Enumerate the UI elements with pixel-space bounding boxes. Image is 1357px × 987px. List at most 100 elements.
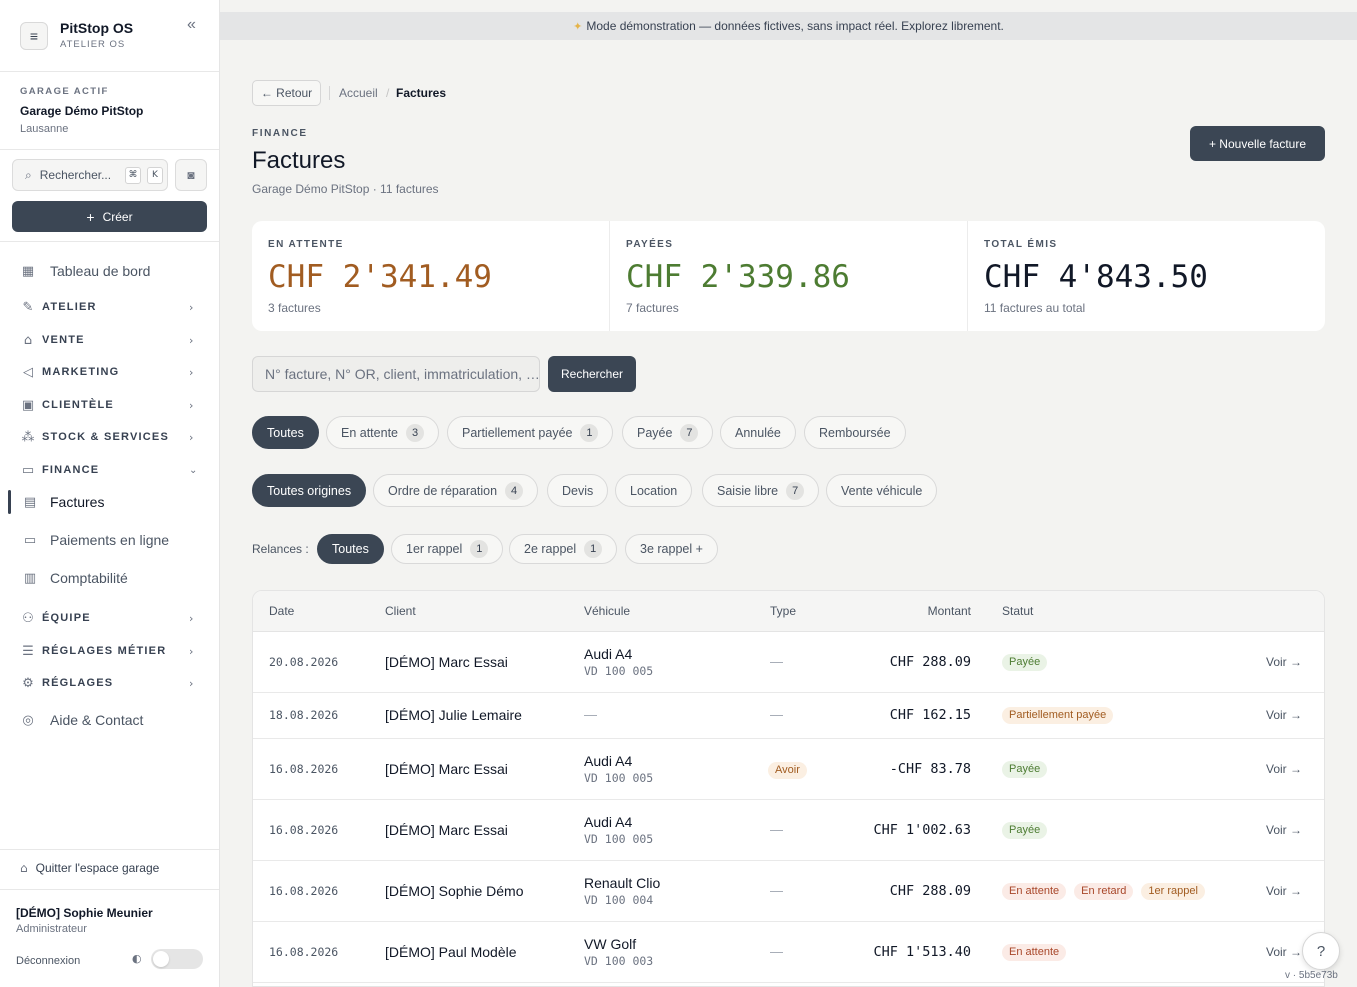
filter-chip-label: Ordre de réparation	[388, 483, 498, 498]
back-button[interactable]: ← Retour	[252, 80, 321, 106]
nav-vente[interactable]: ⌂ VENTE ›	[0, 326, 219, 354]
header-status[interactable]: Statut	[1002, 604, 1033, 618]
quit-garage-link[interactable]: ⌂ Quitter l'espace garage	[20, 861, 159, 875]
view-link[interactable]: Voir →	[1266, 708, 1302, 722]
dashboard-icon: ▦	[21, 263, 35, 279]
cell-amount: CHF 1'002.63	[873, 821, 971, 838]
filter-chip-label: 3e rappel +	[640, 542, 703, 556]
filter-chip-saisie-libre[interactable]: Saisie libre 7	[702, 474, 820, 507]
gear-icon: ⚙	[22, 675, 34, 691]
cell-client: [DÉMO] Marc Essai	[385, 653, 508, 670]
nav-reglages-metier-label: RÉGLAGES MÉTIER	[42, 645, 167, 657]
nav-comptabilite[interactable]: ▥ Comptabilité	[0, 564, 219, 592]
cell-client: [DÉMO] Marc Essai	[385, 821, 508, 838]
status-badge: Payée	[1002, 821, 1048, 839]
banknote-icon: ▭	[21, 462, 35, 478]
nav-reglages-metier[interactable]: ☰ RÉGLAGES MÉTIER ›	[0, 637, 219, 665]
filter-chip-en-attente[interactable]: En attente 3	[326, 416, 439, 449]
header-amount[interactable]: Montant	[928, 604, 971, 618]
table-row[interactable]: 16.08.2026 [DÉMO] Marc Essai Audi A4 VD 100…	[253, 739, 1324, 800]
nav-reglages[interactable]: ⚙ RÉGLAGES ›	[0, 669, 219, 697]
brand-subtitle: ATELIER OS	[60, 39, 126, 50]
theme-toggle[interactable]	[151, 949, 203, 969]
user-name: [DÉMO] Sophie Meunier	[16, 906, 153, 920]
filter-chip-1er-rappel[interactable]: 1er rappel 1	[391, 534, 504, 564]
collapse-sidebar-icon[interactable]: «	[187, 16, 196, 34]
vehicle-model: Audi A4	[584, 645, 633, 662]
cell-vehicle: VW Golf VD 100 003	[584, 936, 653, 968]
nav-finance[interactable]: ▭ FINANCE ⌄	[0, 456, 219, 484]
store-icon: ⌂	[23, 332, 33, 348]
filter-chip-toutes[interactable]: Toutes	[317, 534, 384, 564]
filter-chip-label: Location	[630, 483, 678, 498]
table-row[interactable]: 18.08.2026 [DÉMO] Julie Lemaire — — CHF 162.…	[253, 693, 1324, 739]
user-role: Administrateur	[16, 923, 87, 935]
credit-card-icon: ▭	[23, 532, 37, 548]
filter-chip-remboursee[interactable]: Remboursée	[804, 416, 906, 449]
cell-date: 20.08.2026	[269, 654, 339, 669]
vehicle-plate: VD 100 003	[584, 953, 654, 968]
nav-finance-label: FINANCE	[42, 464, 100, 476]
filter-chip-3e-rappel[interactable]: 3e rappel +	[625, 534, 718, 564]
cell-amount: -CHF 83.78	[889, 760, 971, 777]
search-icon: ⌕	[25, 167, 32, 182]
header-client[interactable]: Client	[385, 604, 416, 618]
filter-chip-payee[interactable]: Payée 7	[622, 416, 714, 449]
filter-chip-toutes-origines[interactable]: Toutes origines	[252, 474, 367, 507]
table-row[interactable]: 16.08.2026 [DÉMO] Marc Essai Audi A4 VD 100…	[253, 800, 1324, 861]
invoice-search-input[interactable]	[252, 356, 540, 392]
section-label: FINANCE	[252, 128, 308, 139]
nav-aide[interactable]: ◎ Aide & Contact	[0, 706, 219, 734]
filter-chip-label: Toutes	[332, 542, 369, 556]
view-link[interactable]: Voir →	[1266, 823, 1302, 837]
filter-chip-label: Toutes	[267, 425, 304, 440]
nav-atelier[interactable]: ✎ ATELIER ›	[0, 293, 219, 321]
search-button[interactable]: Rechercher	[548, 356, 636, 392]
nav-stock[interactable]: ⁂ STOCK & SERVICES ›	[0, 423, 219, 451]
filter-chip-partiellement-payee[interactable]: Partiellement payée 1	[447, 416, 614, 449]
filter-chip-ordre-de-reparation[interactable]: Ordre de réparation 4	[373, 474, 539, 507]
filter-chip-2e-rappel[interactable]: 2e rappel 1	[509, 534, 618, 564]
breadcrumb-current: Factures	[396, 86, 447, 100]
filter-chip-annulee[interactable]: Annulée	[720, 416, 796, 449]
page-title: Factures	[252, 147, 346, 174]
vehicle-model: Audi A4	[584, 813, 633, 830]
table-row[interactable]: 16.08.2026 [DÉMO] Sophie Démo Renault Clio…	[253, 861, 1324, 922]
divider	[0, 71, 219, 72]
filter-chip-toutes[interactable]: Toutes	[252, 416, 319, 449]
new-invoice-button[interactable]: + Nouvelle facture	[1190, 126, 1325, 161]
nav-paiements[interactable]: ▭ Paiements en ligne	[0, 526, 219, 554]
header-vehicle[interactable]: Véhicule	[584, 604, 630, 618]
sidebar-search[interactable]: ⌕ Rechercher... ⌘ K	[12, 159, 168, 191]
header-type[interactable]: Type	[770, 604, 796, 618]
stat-value: CHF 2'339.86	[626, 259, 850, 295]
filter-chip-vente-vehicule[interactable]: Vente véhicule	[826, 474, 938, 507]
filter-chip-location[interactable]: Location	[615, 474, 693, 507]
create-button[interactable]: + Créer	[12, 201, 207, 232]
stat-label: TOTAL ÉMIS	[984, 239, 1058, 250]
table-row[interactable]: 16.08.2026 [DÉMO] Paul Modèle VW Golf VD 10…	[253, 922, 1324, 983]
breadcrumb-home[interactable]: Accueil	[339, 86, 378, 100]
demo-banner: ✦ Mode démonstration — données fictives,…	[220, 12, 1357, 40]
contrast-icon: ◐	[132, 952, 142, 965]
nav-equipe-label: ÉQUIPE	[42, 612, 91, 624]
view-link[interactable]: Voir →	[1266, 762, 1302, 776]
chevron-right-icon: ›	[189, 644, 194, 658]
nav-equipe[interactable]: ⚇ ÉQUIPE ›	[0, 604, 219, 632]
logout-link[interactable]: Déconnexion	[16, 955, 80, 967]
nav-dashboard[interactable]: ▦ Tableau de bord	[0, 257, 219, 285]
nav-marketing[interactable]: ◁ MARKETING ›	[0, 358, 219, 386]
cell-date: 16.08.2026	[269, 822, 339, 837]
nav-clientele[interactable]: ▣ CLIENTÈLE ›	[0, 391, 219, 419]
filter-chip-count: 1	[580, 423, 599, 442]
camera-button[interactable]: ◙	[175, 159, 207, 191]
filter-chip-devis[interactable]: Devis	[547, 474, 609, 507]
view-link[interactable]: Voir →	[1266, 884, 1302, 898]
table-row[interactable]: 20.08.2026 [DÉMO] Marc Essai Audi A4 VD 100…	[253, 632, 1324, 693]
nav-factures[interactable]: ▤ Factures	[0, 488, 219, 516]
view-link[interactable]: Voir →	[1266, 655, 1302, 669]
header-date[interactable]: Date	[269, 604, 294, 618]
help-button[interactable]: ?	[1302, 932, 1340, 970]
view-link[interactable]: Voir →	[1266, 945, 1302, 959]
table-header: Date Client Véhicule Type Montant Statut	[253, 591, 1324, 632]
